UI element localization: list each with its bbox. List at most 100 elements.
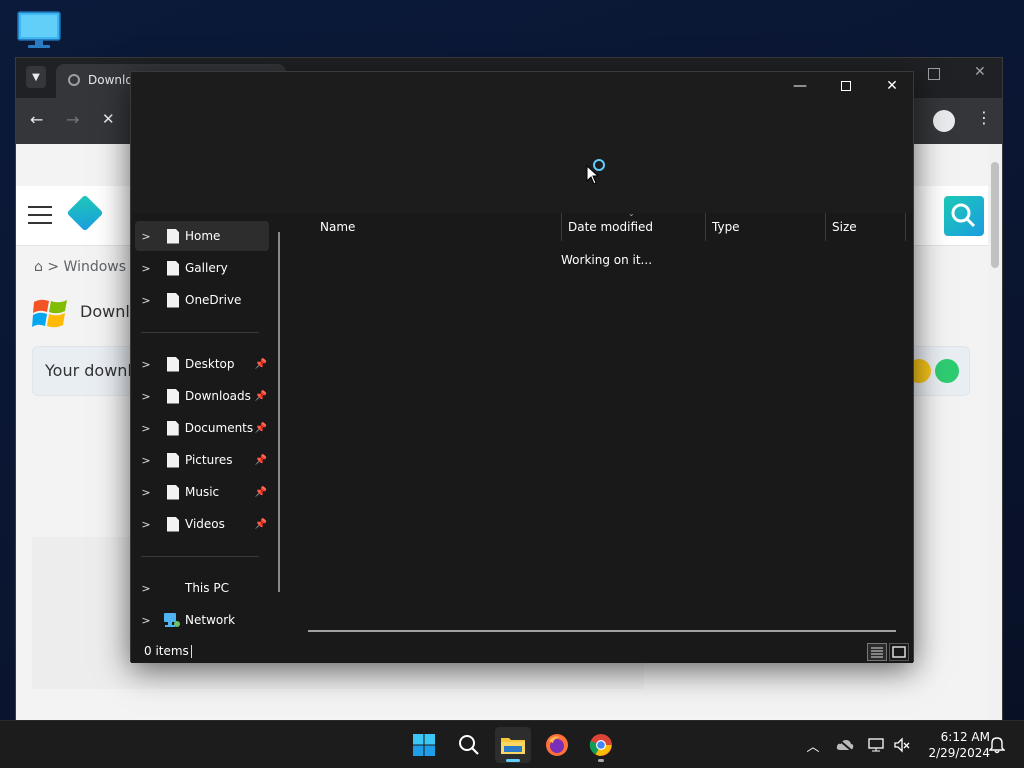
browser-menu-icon[interactable]: ⋮ xyxy=(976,108,992,127)
nav-item-documents[interactable]: > Documents 📌 xyxy=(135,413,269,443)
volume-muted-icon[interactable] xyxy=(892,735,912,755)
file-icon xyxy=(167,388,179,404)
nav-label: Documents xyxy=(184,421,254,435)
breadcrumb-link[interactable]: Windows xyxy=(64,259,127,275)
loading-message: Working on it... xyxy=(561,253,653,267)
clock-date: 2/29/2024 xyxy=(928,746,990,760)
browser-close-icon[interactable]: ✕ xyxy=(974,64,986,80)
chrome-icon xyxy=(589,734,612,756)
details-view-icon xyxy=(871,647,883,658)
nav-label: Pictures xyxy=(185,453,233,467)
status-bar: 0 items xyxy=(131,641,913,663)
network-status-icon[interactable] xyxy=(867,735,887,755)
chevron-right-icon[interactable]: > xyxy=(135,486,157,499)
chevron-right-icon[interactable]: > xyxy=(135,294,157,307)
tab-loading-icon xyxy=(68,74,80,86)
column-header-label: Type xyxy=(712,220,740,234)
site-logo-icon[interactable] xyxy=(66,194,104,232)
site-search-icon[interactable] xyxy=(944,196,984,236)
active-app-indicator xyxy=(506,759,520,762)
search-button[interactable] xyxy=(451,727,487,763)
nav-label: Videos xyxy=(185,517,225,531)
pin-icon[interactable]: 📌 xyxy=(253,487,269,498)
chevron-right-icon[interactable]: > xyxy=(135,358,157,371)
navigation-scrollbar[interactable] xyxy=(278,232,280,592)
nav-item-this-pc[interactable]: > This PC xyxy=(135,573,269,603)
firefox-taskbar-button[interactable] xyxy=(539,727,575,763)
nav-label: Gallery xyxy=(185,261,228,275)
chevron-right-icon[interactable]: > xyxy=(135,262,157,275)
file-icon xyxy=(167,484,179,500)
nav-divider xyxy=(141,556,259,557)
file-explorer-window: — ✕ > Home > Gallery > OneDrive > Deskto… xyxy=(130,71,915,663)
system-clock[interactable]: 6:12 AM 2/29/2024 xyxy=(918,729,990,761)
windows-logo-icon xyxy=(32,296,70,330)
file-icon xyxy=(167,292,179,308)
hamburger-menu-icon[interactable] xyxy=(28,206,52,224)
windows-start-icon xyxy=(413,734,435,756)
chevron-right-icon[interactable]: > xyxy=(135,230,157,243)
column-header-type[interactable]: Type xyxy=(706,213,826,241)
forward-icon[interactable]: → xyxy=(66,110,79,129)
nav-item-pictures[interactable]: > Pictures 📌 xyxy=(135,445,269,475)
show-hidden-icons-chevron-icon[interactable]: ︿ xyxy=(803,735,823,755)
browser-scrollbar-thumb[interactable] xyxy=(991,162,999,268)
chrome-taskbar-button[interactable] xyxy=(583,727,619,763)
tiles-view-button[interactable] xyxy=(889,643,909,661)
pin-icon[interactable]: 📌 xyxy=(253,455,269,466)
horizontal-scrollbar[interactable] xyxy=(308,630,896,632)
download-notice-text: Your downl xyxy=(45,361,132,380)
nav-label: This PC xyxy=(185,581,229,595)
chevron-right-icon[interactable]: > xyxy=(135,582,157,595)
start-button[interactable] xyxy=(406,727,442,763)
details-view-button[interactable] xyxy=(867,643,887,661)
nav-item-music[interactable]: > Music 📌 xyxy=(135,477,269,507)
nav-label: Desktop xyxy=(185,357,235,371)
tiles-view-icon xyxy=(892,646,906,658)
nav-label: Network xyxy=(185,613,236,627)
maximize-button[interactable] xyxy=(823,72,869,100)
file-icon xyxy=(167,356,179,372)
nav-item-network[interactable]: > Network xyxy=(135,605,269,635)
column-header-name[interactable]: Name xyxy=(314,213,562,241)
close-button[interactable]: ✕ xyxy=(869,72,915,100)
notification-bell-icon[interactable] xyxy=(987,735,1007,755)
nav-item-home[interactable]: > Home xyxy=(135,221,269,251)
chevron-right-icon[interactable]: > xyxy=(135,614,157,627)
pin-icon[interactable]: 📌 xyxy=(253,519,269,530)
stop-loading-icon[interactable]: ✕ xyxy=(102,110,115,128)
chevron-right-icon[interactable]: > xyxy=(135,390,157,403)
navigation-pane: > Home > Gallery > OneDrive > Desktop 📌 … xyxy=(131,213,281,641)
tab-search-chevron-icon[interactable]: ▼ xyxy=(26,66,46,88)
pin-icon[interactable]: 📌 xyxy=(253,423,269,434)
chevron-right-icon[interactable]: > xyxy=(135,518,157,531)
pin-icon[interactable]: 📌 xyxy=(253,359,269,370)
nav-item-desktop[interactable]: > Desktop 📌 xyxy=(135,349,269,379)
home-icon[interactable]: ⌂ xyxy=(34,259,43,275)
file-explorer-taskbar-button[interactable] xyxy=(495,727,531,763)
chevron-right-icon[interactable]: > xyxy=(135,454,157,467)
browser-scrollbar[interactable] xyxy=(988,144,1002,721)
pin-icon[interactable]: 📌 xyxy=(253,391,269,402)
minimize-button[interactable]: — xyxy=(777,72,823,100)
maximize-icon xyxy=(841,81,851,91)
browser-maximize-icon[interactable] xyxy=(928,68,940,80)
nav-item-gallery[interactable]: > Gallery xyxy=(135,253,269,283)
running-app-indicator xyxy=(598,759,604,762)
nav-item-onedrive[interactable]: > OneDrive xyxy=(135,285,269,315)
smiley-face-icon[interactable] xyxy=(935,359,959,383)
column-header-date-modified[interactable]: Date modified ⌄ xyxy=(562,209,706,241)
profile-avatar-icon[interactable] xyxy=(933,110,955,132)
chevron-right-icon[interactable]: > xyxy=(135,422,157,435)
file-icon xyxy=(167,228,179,244)
nav-item-videos[interactable]: > Videos 📌 xyxy=(135,509,269,539)
nav-item-downloads[interactable]: > Downloads 📌 xyxy=(135,381,269,411)
back-icon[interactable]: ← xyxy=(30,110,43,129)
sort-chevron-icon: ⌄ xyxy=(628,209,635,218)
desktop-this-pc-icon[interactable] xyxy=(16,10,62,50)
onedrive-offline-icon[interactable] xyxy=(835,735,855,755)
firefox-icon xyxy=(546,734,568,756)
nav-label: Downloads xyxy=(185,389,251,403)
column-header-size[interactable]: Size xyxy=(826,213,906,241)
mouse-cursor-icon xyxy=(586,165,598,185)
